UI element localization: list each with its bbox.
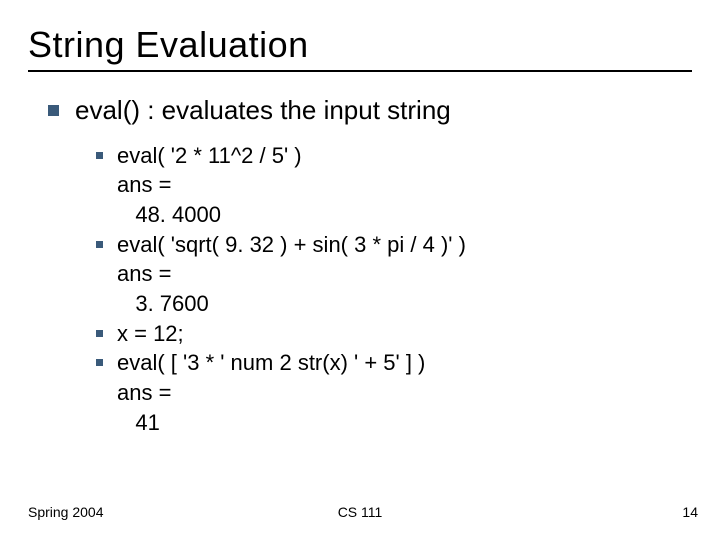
square-bullet-icon xyxy=(48,105,59,116)
bullet-level2-list: eval( '2 * 11^2 / 5' ) ans = 48. 4000 ev… xyxy=(96,141,692,438)
code-line: eval( 'sqrt( 9. 32 ) + sin( 3 * pi / 4 )… xyxy=(117,230,466,260)
square-bullet-icon xyxy=(96,241,103,248)
list-item: eval( 'sqrt( 9. 32 ) + sin( 3 * pi / 4 )… xyxy=(96,230,692,260)
list-item: eval( [ '3 * ' num 2 str(x) ' + 5' ] ) xyxy=(96,348,692,378)
square-bullet-icon xyxy=(96,359,103,366)
output-line: 41 xyxy=(117,408,692,438)
square-bullet-icon xyxy=(96,330,103,337)
slide-title: String Evaluation xyxy=(28,24,692,66)
output-line: ans = xyxy=(117,259,692,289)
code-line: x = 12; xyxy=(117,319,184,349)
code-line: eval( [ '3 * ' num 2 str(x) ' + 5' ] ) xyxy=(117,348,425,378)
bullet-level1-text: eval() : evaluates the input string xyxy=(75,94,451,127)
bullet-level1: eval() : evaluates the input string xyxy=(48,94,692,127)
output-line: ans = xyxy=(117,378,692,408)
footer-left: Spring 2004 xyxy=(28,504,104,520)
footer-center: CS 111 xyxy=(338,504,383,520)
slide: String Evaluation eval() : evaluates the… xyxy=(0,0,720,540)
output-line: 3. 7600 xyxy=(117,289,692,319)
list-item: x = 12; xyxy=(96,319,692,349)
output-line: ans = xyxy=(117,170,692,200)
list-item: eval( '2 * 11^2 / 5' ) xyxy=(96,141,692,171)
square-bullet-icon xyxy=(96,152,103,159)
page-number: 14 xyxy=(682,504,698,520)
output-line: 48. 4000 xyxy=(117,200,692,230)
title-rule xyxy=(28,70,692,72)
code-line: eval( '2 * 11^2 / 5' ) xyxy=(117,141,302,171)
